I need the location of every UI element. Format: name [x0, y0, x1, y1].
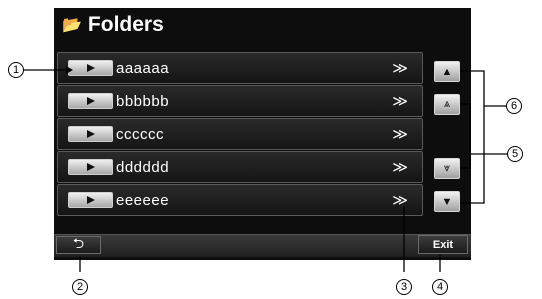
callout-lines — [24, 66, 507, 272]
callout-4: 4 — [432, 279, 448, 295]
callout-3: 3 — [396, 279, 412, 295]
callout-6: 6 — [506, 98, 522, 114]
callout-1: 1 — [8, 62, 24, 78]
callout-2: 2 — [72, 279, 88, 295]
callout-5: 5 — [507, 146, 523, 162]
